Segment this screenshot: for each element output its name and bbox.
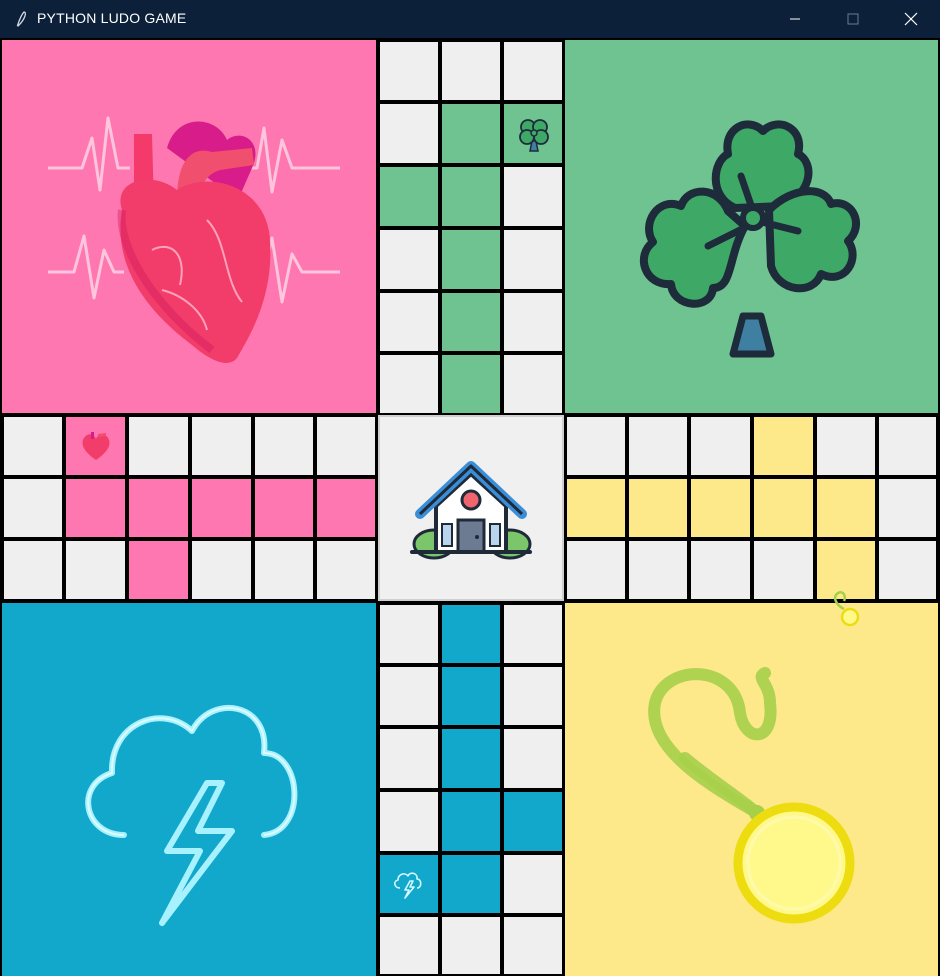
track-cell[interactable]	[380, 792, 438, 851]
track-cell[interactable]	[567, 541, 625, 599]
track-cell[interactable]	[442, 293, 500, 351]
track-cell[interactable]	[442, 855, 500, 913]
medal-icon	[833, 591, 860, 627]
track-cell[interactable]	[255, 479, 313, 537]
track-cell[interactable]	[567, 417, 625, 475]
storm-cloud-icon	[394, 872, 422, 899]
track-cell[interactable]	[442, 104, 500, 163]
track-cell[interactable]	[442, 792, 500, 851]
track-cell[interactable]	[66, 479, 125, 537]
track-cell[interactable]	[442, 667, 500, 725]
pink-base	[2, 40, 376, 413]
track-cell[interactable]	[817, 417, 875, 475]
track-cell[interactable]	[504, 42, 562, 100]
track-cell[interactable]	[754, 417, 813, 475]
track-cell[interactable]	[504, 605, 562, 663]
yellow-token[interactable]	[822, 585, 866, 629]
track-cell[interactable]	[442, 917, 500, 974]
track-cell[interactable]	[380, 293, 438, 351]
storm-cloud-icon	[85, 705, 298, 926]
track-cell[interactable]	[129, 541, 188, 599]
track-cell[interactable]	[504, 855, 562, 913]
track-cell[interactable]	[380, 230, 438, 289]
track-cell[interactable]	[504, 917, 562, 974]
home-center	[378, 415, 564, 601]
track-cell[interactable]	[879, 479, 936, 537]
track-cell[interactable]	[380, 667, 438, 725]
window-title: PYTHON LUDO GAME	[37, 10, 187, 26]
track-cell[interactable]	[4, 417, 62, 475]
blue-token[interactable]	[386, 860, 430, 904]
close-button[interactable]	[882, 0, 940, 38]
feather-app-icon	[16, 11, 26, 27]
track-cell[interactable]	[317, 541, 375, 599]
track-cell[interactable]	[380, 104, 438, 163]
track-cell[interactable]	[380, 729, 438, 788]
track-cell[interactable]	[504, 167, 562, 226]
track-cell[interactable]	[380, 355, 438, 413]
track-cell[interactable]	[192, 541, 251, 599]
minimize-button[interactable]	[766, 0, 824, 38]
green-token[interactable]	[512, 111, 556, 155]
track-cell[interactable]	[4, 479, 62, 537]
clover-icon	[519, 119, 549, 152]
track-cell[interactable]	[380, 167, 438, 226]
medal-icon	[648, 667, 855, 924]
track-cell[interactable]	[629, 541, 687, 599]
track-cell[interactable]	[691, 541, 750, 599]
track-cell[interactable]	[504, 792, 562, 851]
minimize-icon	[790, 18, 800, 20]
track-cell[interactable]	[317, 479, 375, 537]
track-cell[interactable]	[442, 729, 500, 788]
track-cell[interactable]	[4, 541, 62, 599]
track-cell[interactable]	[504, 230, 562, 289]
heart-icon	[48, 116, 340, 363]
track-cell[interactable]	[255, 541, 313, 599]
track-cell[interactable]	[442, 42, 500, 100]
track-cell[interactable]	[504, 293, 562, 351]
track-cell[interactable]	[442, 355, 500, 413]
track-cell[interactable]	[380, 605, 438, 663]
ludo-board	[0, 38, 940, 976]
close-icon	[904, 12, 918, 26]
heart-icon	[82, 432, 110, 460]
track-cell[interactable]	[879, 541, 936, 599]
track-cell[interactable]	[129, 417, 188, 475]
track-cell[interactable]	[504, 667, 562, 725]
blue-base	[2, 603, 376, 976]
track-cell[interactable]	[691, 417, 750, 475]
track-cell[interactable]	[317, 417, 375, 475]
title-bar: PYTHON LUDO GAME	[0, 0, 940, 38]
track-cell[interactable]	[442, 167, 500, 226]
track-cell[interactable]	[504, 729, 562, 788]
track-cell[interactable]	[192, 417, 251, 475]
pink-token[interactable]	[74, 424, 118, 468]
track-cell[interactable]	[817, 479, 875, 537]
maximize-button[interactable]	[824, 0, 882, 38]
clover-icon	[639, 120, 861, 358]
track-cell[interactable]	[754, 541, 813, 599]
track-cell[interactable]	[192, 479, 251, 537]
track-cell[interactable]	[629, 479, 687, 537]
track-cell[interactable]	[442, 605, 500, 663]
track-cell[interactable]	[879, 417, 936, 475]
yellow-base	[565, 603, 938, 976]
track-cell[interactable]	[380, 42, 438, 100]
track-cell[interactable]	[691, 479, 750, 537]
track-cell[interactable]	[504, 355, 562, 413]
track-cell[interactable]	[567, 479, 625, 537]
track-cell[interactable]	[66, 541, 125, 599]
maximize-icon	[847, 13, 859, 25]
track-cell[interactable]	[380, 917, 438, 974]
track-cell[interactable]	[629, 417, 687, 475]
green-base	[565, 40, 938, 413]
track-cell[interactable]	[442, 230, 500, 289]
track-cell[interactable]	[255, 417, 313, 475]
home-icon	[410, 461, 532, 560]
track-cell[interactable]	[754, 479, 813, 537]
track-cell[interactable]	[129, 479, 188, 537]
